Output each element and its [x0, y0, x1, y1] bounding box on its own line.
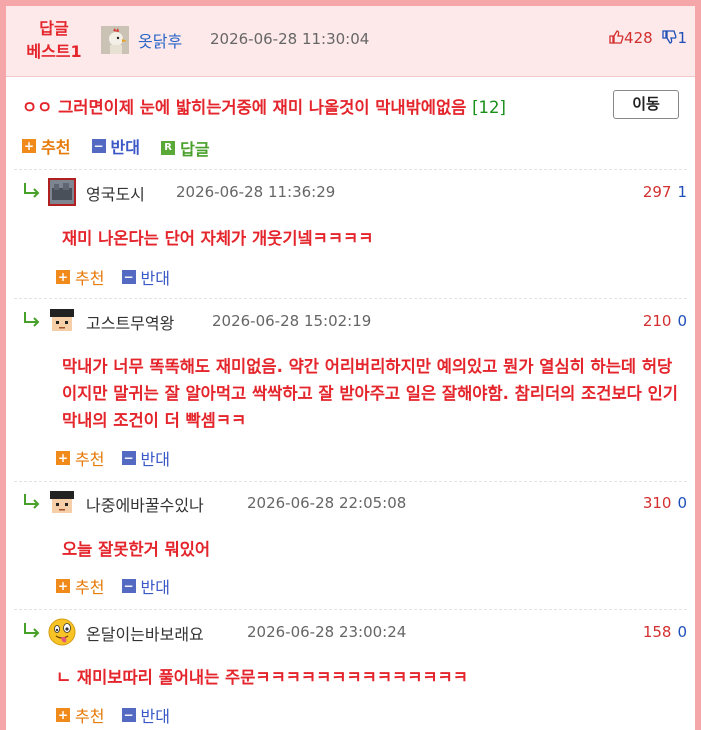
- best-nickname[interactable]: 옷닭후: [138, 28, 182, 52]
- comment-nickname[interactable]: 온달이는바보래요: [86, 621, 204, 645]
- comment-date: 2026-06-28 23:00:24: [247, 623, 407, 641]
- best-reply-text: ㅇㅇ 그러면이제 눈에 밟히는거중에 재미 나올것이 막내밖에없음 [12]: [22, 94, 506, 118]
- best-badge-line2: 베스트1: [26, 42, 82, 61]
- divider: [14, 481, 687, 482]
- comment-nickname[interactable]: 고스트무역왕: [86, 310, 174, 334]
- reply-button[interactable]: R 답글: [161, 136, 210, 160]
- plus-box-icon: +: [56, 579, 70, 593]
- best-votes: 428 1: [608, 29, 687, 47]
- avatar[interactable]: [48, 178, 76, 206]
- best-reply-header: 답글 베스트1 옷닭후 2026-06-28 11:30:04 428 1: [6, 6, 695, 77]
- divider: [14, 169, 687, 170]
- oppose-button[interactable]: − 반대: [121, 446, 170, 470]
- thumbs-down-icon: [662, 30, 677, 44]
- avatar[interactable]: [48, 618, 76, 646]
- comment-text: 오늘 잘못한거 뭐있어: [62, 540, 211, 559]
- reply-box-icon: R: [161, 141, 176, 155]
- minus-box-icon: −: [91, 139, 106, 153]
- oppose-button[interactable]: − 반대: [121, 703, 170, 727]
- oppose-label: 반대: [140, 707, 170, 726]
- comment-nickname[interactable]: 나중에바꿀수있나: [86, 492, 204, 516]
- plus-box-icon: +: [22, 139, 36, 153]
- comment-upvotes[interactable]: 210: [643, 312, 672, 330]
- best-reply-body: ㅇㅇ 그러면이제 눈에 밟히는거중에 재미 나올것이 막내밖에없음: [22, 98, 467, 117]
- comment-upvotes[interactable]: 310: [643, 494, 672, 512]
- comment-upvotes[interactable]: 297: [643, 183, 672, 201]
- recommend-label: 추천: [75, 450, 105, 469]
- best-actions: + 추천 − 반대 R 답글: [22, 134, 226, 160]
- recommend-label: 추천: [75, 707, 105, 726]
- thumbs-up-icon: [609, 30, 624, 44]
- comment-votes: 158 0: [643, 623, 687, 641]
- plus-box-icon: +: [56, 708, 70, 722]
- best-upvote[interactable]: 428: [608, 29, 657, 47]
- avatar[interactable]: [48, 489, 76, 517]
- minus-box-icon: −: [121, 579, 136, 593]
- comment-votes: 310 0: [643, 494, 687, 512]
- recommend-button[interactable]: + 추천: [56, 265, 104, 289]
- comment-actions: + 추천 − 반대: [56, 265, 182, 289]
- move-button[interactable]: 이동: [613, 90, 679, 119]
- oppose-button[interactable]: − 반대: [91, 134, 140, 158]
- best-downvote-count: 1: [677, 29, 687, 47]
- reply-label: 답글: [180, 140, 210, 159]
- best-downvote[interactable]: 1: [661, 29, 687, 47]
- oppose-button[interactable]: − 반대: [121, 574, 170, 598]
- comment-upvotes[interactable]: 158: [643, 623, 672, 641]
- reply-arrow-icon: [24, 623, 40, 638]
- comment-downvotes[interactable]: 0: [677, 312, 687, 330]
- oppose-label: 반대: [110, 138, 140, 157]
- comment-actions: + 추천 − 반대: [56, 703, 182, 727]
- comment-date: 2026-06-28 11:36:29: [176, 183, 336, 201]
- recommend-button[interactable]: + 추천: [22, 134, 70, 158]
- plus-box-icon: +: [56, 451, 70, 465]
- oppose-button[interactable]: − 반대: [121, 265, 170, 289]
- avatar[interactable]: [101, 26, 129, 54]
- divider: [14, 609, 687, 610]
- comment-actions: + 추천 − 반대: [56, 446, 182, 470]
- comment-downvotes[interactable]: 0: [677, 623, 687, 641]
- comment-text: 막내가 너무 똑똑해도 재미없음. 약간 어리버리하지만 예의있고 뭔가 열심히…: [62, 357, 678, 430]
- reply-arrow-icon: [24, 183, 40, 198]
- recommend-button[interactable]: + 추천: [56, 446, 104, 470]
- comment-nickname[interactable]: 영국도시: [86, 181, 145, 205]
- comment-actions: + 추천 − 반대: [56, 574, 182, 598]
- best-badge: 답글 베스트1: [16, 17, 92, 63]
- divider: [14, 298, 687, 299]
- recommend-label: 추천: [41, 138, 71, 157]
- comment-date: 2026-06-28 15:02:19: [212, 312, 372, 330]
- comment-text: ㄴ 재미보따리 풀어내는 주문ㅋㅋㅋㅋㅋㅋㅋㅋㅋㅋㅋㅋㅋㅋ: [56, 668, 468, 687]
- comment-votes: 210 0: [643, 312, 687, 330]
- comment-votes: 297 1: [643, 183, 687, 201]
- comment-downvotes[interactable]: 1: [677, 183, 687, 201]
- minus-box-icon: −: [121, 270, 136, 284]
- best-badge-line1: 답글: [39, 19, 69, 38]
- avatar[interactable]: [48, 307, 76, 335]
- oppose-label: 반대: [140, 578, 170, 597]
- comment-text: 재미 나온다는 단어 자체가 개웃기넼ㅋㅋㅋㅋ: [62, 229, 374, 248]
- recommend-label: 추천: [75, 578, 105, 597]
- plus-box-icon: +: [56, 270, 70, 284]
- recommend-button[interactable]: + 추천: [56, 703, 104, 727]
- reply-count[interactable]: [12]: [472, 98, 506, 117]
- comment-downvotes[interactable]: 0: [677, 494, 687, 512]
- recommend-button[interactable]: + 추천: [56, 574, 104, 598]
- oppose-label: 반대: [140, 450, 170, 469]
- reply-arrow-icon: [24, 312, 40, 327]
- minus-box-icon: −: [121, 451, 136, 465]
- best-upvote-count: 428: [624, 29, 653, 47]
- recommend-label: 추천: [75, 269, 105, 288]
- best-date: 2026-06-28 11:30:04: [210, 30, 370, 48]
- oppose-label: 반대: [140, 269, 170, 288]
- comment-date: 2026-06-28 22:05:08: [247, 494, 407, 512]
- minus-box-icon: −: [121, 708, 136, 722]
- reply-arrow-icon: [24, 494, 40, 509]
- best-reply-panel: 답글 베스트1 옷닭후 2026-06-28 11:30:04 428 1 ㅇㅇ…: [0, 0, 701, 730]
